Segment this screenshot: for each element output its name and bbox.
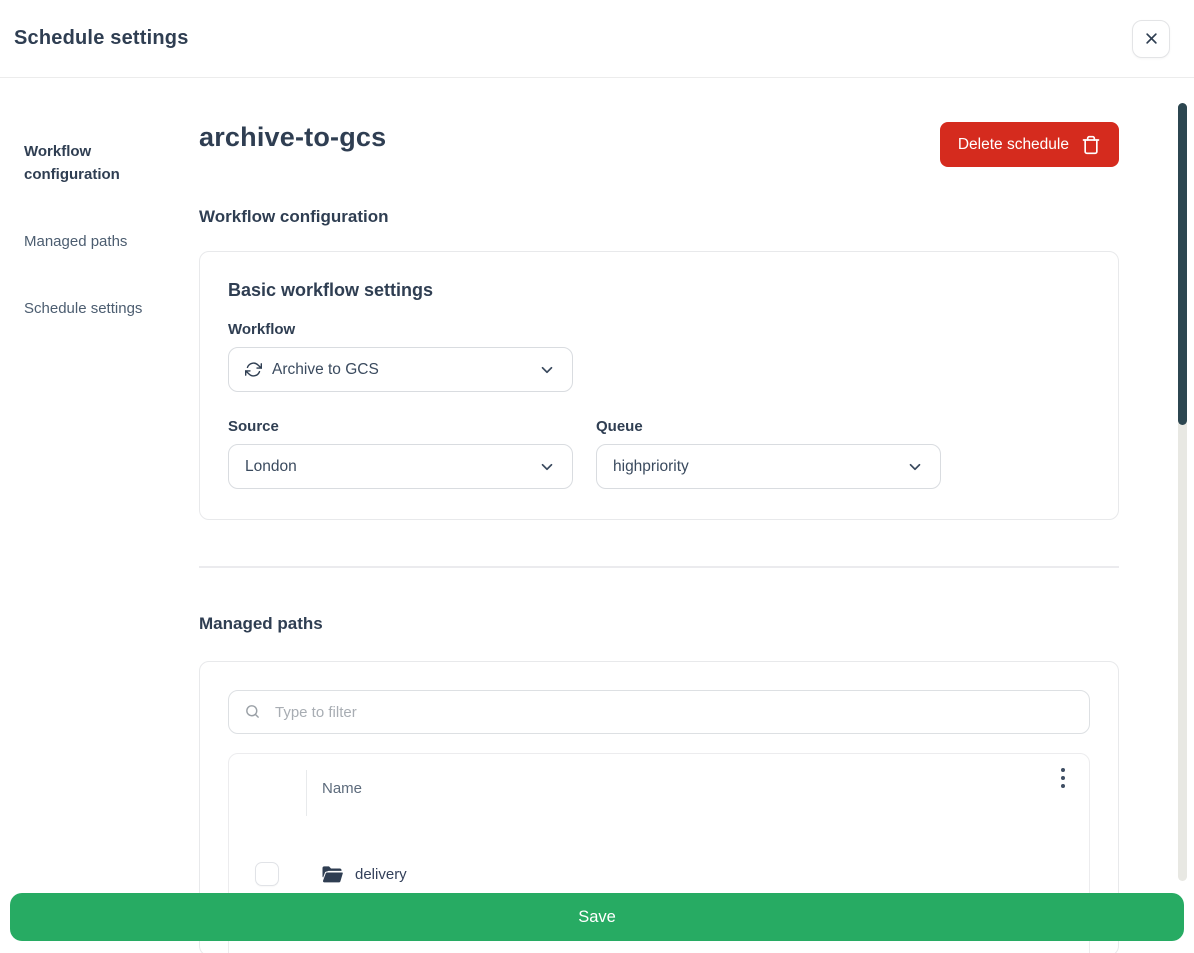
sidebar-nav: Workflow configuration Managed paths Sch…: [0, 78, 199, 953]
save-button[interactable]: Save: [10, 893, 1184, 941]
source-field: Source London: [228, 418, 573, 489]
row-checkbox[interactable]: [255, 862, 279, 886]
main-content: archive-to-gcs Delete schedule Workflow …: [199, 78, 1119, 953]
section-divider: [199, 566, 1119, 568]
source-queue-row: Source London Queue highpriority: [228, 418, 1090, 489]
basic-workflow-settings-card: Basic workflow settings Workflow Archive…: [199, 251, 1119, 520]
filter-wrap: [228, 690, 1090, 734]
paths-table-header: Name: [229, 754, 1089, 816]
title-row: archive-to-gcs Delete schedule: [199, 122, 1119, 167]
scrollbar-thumb[interactable]: [1178, 103, 1187, 425]
close-icon: [1144, 31, 1159, 46]
search-icon: [244, 703, 261, 720]
modal-header: Schedule settings: [0, 0, 1194, 78]
source-dropdown[interactable]: London: [228, 444, 573, 489]
basic-workflow-settings-title: Basic workflow settings: [228, 280, 1090, 301]
close-button[interactable]: [1132, 20, 1170, 58]
workflow-configuration-heading: Workflow configuration: [199, 207, 1119, 227]
delete-schedule-label: Delete schedule: [958, 136, 1069, 154]
chevron-down-icon: [538, 361, 556, 379]
queue-field: Queue highpriority: [596, 418, 941, 489]
queue-value: highpriority: [613, 458, 906, 476]
modal-title: Schedule settings: [14, 27, 189, 50]
workflow-value: Archive to GCS: [272, 361, 538, 379]
page-title: archive-to-gcs: [199, 122, 386, 153]
managed-paths-heading: Managed paths: [199, 614, 1119, 634]
workflow-field: Workflow Archive to GCS: [228, 321, 573, 392]
recycle-icon: [245, 361, 262, 378]
folder-icon: [321, 865, 343, 884]
workflow-dropdown[interactable]: Archive to GCS: [228, 347, 573, 392]
path-name: delivery: [355, 866, 407, 883]
source-value: London: [245, 458, 538, 476]
sidebar-item-managed-paths[interactable]: Managed paths: [24, 230, 169, 253]
kebab-menu-icon[interactable]: [1053, 764, 1073, 792]
table-row[interactable]: delivery: [229, 852, 1089, 896]
modal-body: Workflow configuration Managed paths Sch…: [0, 78, 1194, 953]
chevron-down-icon: [906, 458, 924, 476]
source-label: Source: [228, 418, 573, 435]
trash-icon: [1081, 135, 1101, 155]
scrollbar-track[interactable]: [1178, 103, 1187, 881]
chevron-down-icon: [538, 458, 556, 476]
schedule-settings-modal: Schedule settings Workflow configuration…: [0, 0, 1194, 953]
name-column-header: Name: [306, 770, 1073, 816]
checkbox-column-space: [255, 770, 306, 816]
workflow-label: Workflow: [228, 321, 573, 338]
queue-label: Queue: [596, 418, 941, 435]
delete-schedule-button[interactable]: Delete schedule: [940, 122, 1119, 167]
queue-dropdown[interactable]: highpriority: [596, 444, 941, 489]
filter-input[interactable]: [228, 690, 1090, 734]
sidebar-item-workflow-configuration[interactable]: Workflow configuration: [24, 140, 169, 186]
sidebar-item-schedule-settings[interactable]: Schedule settings: [24, 297, 169, 320]
